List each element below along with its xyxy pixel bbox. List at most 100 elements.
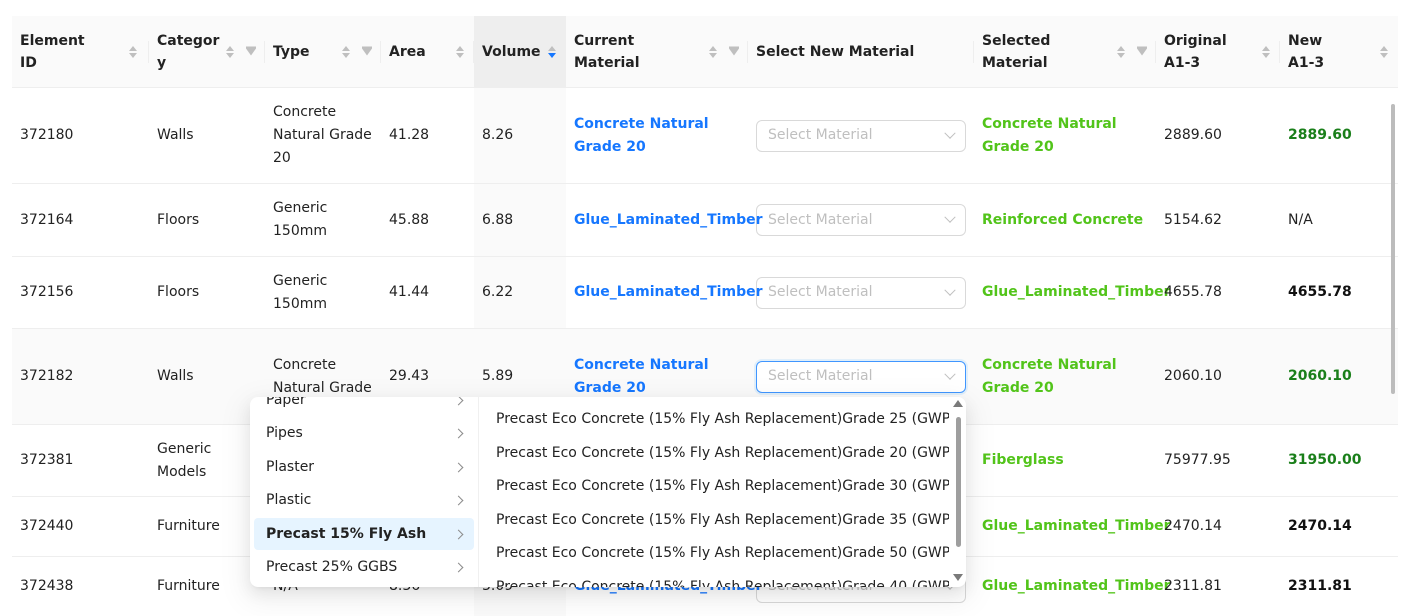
chevron-down-icon <box>944 212 955 223</box>
cascader-item-plaster[interactable]: Plaster <box>254 451 474 483</box>
element-id-cell: 372156 <box>12 257 149 329</box>
sort-icon[interactable] <box>1262 46 1270 58</box>
table-header-row: Element ID Category Type Are <box>12 16 1398 88</box>
sort-icon[interactable] <box>226 46 234 58</box>
volume-cell: 8.26 <box>474 88 566 184</box>
material-select[interactable]: Select Material <box>756 361 966 393</box>
sort-icon[interactable] <box>342 46 350 58</box>
new-a13-cell: N/A <box>1280 184 1398 257</box>
cascader-option[interactable]: Precast Eco Concrete (15% Fly Ash Replac… <box>483 403 949 435</box>
sort-icon[interactable] <box>1117 46 1125 58</box>
filter-icon[interactable] <box>246 48 256 55</box>
col-volume[interactable]: Volume <box>474 16 566 88</box>
type-cell: Concrete Natural Grade 20 <box>265 88 381 184</box>
new-a13-cell: 2889.60 <box>1280 88 1398 184</box>
original-a13-cell: 5154.62 <box>1156 184 1280 257</box>
category-cell: Floors <box>149 257 265 329</box>
selected-material-cell: Fiberglass <box>974 425 1156 497</box>
cascader-option[interactable]: Precast Eco Concrete (15% Fly Ash Replac… <box>483 571 949 587</box>
chevron-right-icon <box>454 462 464 472</box>
cascader-item-precast-ggbs[interactable]: Precast 25% GGBS <box>254 551 474 583</box>
col-current-material[interactable]: Current Material <box>566 16 748 88</box>
volume-cell: 6.88 <box>474 184 566 257</box>
table-scrollbar[interactable] <box>1391 104 1395 394</box>
sort-desc-icon[interactable] <box>548 46 556 58</box>
filter-icon[interactable] <box>1137 48 1147 55</box>
col-category[interactable]: Category <box>149 16 265 88</box>
selected-material-cell: Glue_Laminated_Timber <box>974 257 1156 329</box>
chevron-down-icon <box>944 368 955 379</box>
col-type[interactable]: Type <box>265 16 381 88</box>
element-id-cell: 372180 <box>12 88 149 184</box>
element-id-cell: 372381 <box>12 425 149 497</box>
selected-material-cell: Concrete Natural Grade 20 <box>974 88 1156 184</box>
chevron-right-icon <box>454 495 464 505</box>
original-a13-cell: 2311.81 <box>1156 557 1280 616</box>
new-a13-cell: 31950.00 <box>1280 425 1398 497</box>
original-a13-cell: 2889.60 <box>1156 88 1280 184</box>
col-new-a13[interactable]: New A1-3 <box>1280 16 1398 88</box>
col-area[interactable]: Area <box>381 16 474 88</box>
dropdown-scrollbar[interactable] <box>956 417 961 547</box>
col-element-id[interactable]: Element ID <box>12 16 149 88</box>
chevron-right-icon <box>454 562 464 572</box>
sort-icon[interactable] <box>456 46 464 58</box>
chevron-right-icon <box>454 397 464 405</box>
filter-icon[interactable] <box>362 48 372 55</box>
col-original-a13[interactable]: Original A1-3 <box>1156 16 1280 88</box>
category-cell: Furniture <box>149 497 265 557</box>
sort-icon[interactable] <box>1380 46 1388 58</box>
filter-icon[interactable] <box>729 48 739 55</box>
category-cell: Floors <box>149 184 265 257</box>
cascader-item-pipes[interactable]: Pipes <box>254 417 474 449</box>
cascader-option[interactable]: Precast Eco Concrete (15% Fly Ash Replac… <box>483 470 949 502</box>
original-a13-cell: 4655.78 <box>1156 257 1280 329</box>
current-material-cell: Glue_Laminated_Timber <box>566 257 748 329</box>
element-id-cell: 372164 <box>12 184 149 257</box>
col-selected-material[interactable]: Selected Material <box>974 16 1156 88</box>
area-cell: 41.44 <box>381 257 474 329</box>
selected-material-cell: Concrete Natural Grade 20 <box>974 329 1156 425</box>
sort-icon[interactable] <box>129 46 137 58</box>
selected-material-cell: Reinforced Concrete <box>974 184 1156 257</box>
category-cell: Furniture <box>149 557 265 616</box>
cascader-option[interactable]: Precast Eco Concrete (15% Fly Ash Replac… <box>483 537 949 569</box>
type-cell: Generic 150mm <box>265 184 381 257</box>
sort-icon[interactable] <box>709 46 717 58</box>
cascader-option[interactable]: Precast Eco Concrete (15% Fly Ash Replac… <box>483 504 949 536</box>
material-select[interactable]: Select Material <box>756 204 966 236</box>
cascader-item-precast-fly-ash[interactable]: Precast 15% Fly Ash <box>254 518 474 550</box>
material-select[interactable]: Select Material <box>756 277 966 309</box>
area-cell: 41.28 <box>381 88 474 184</box>
cascader-category-menu: Paper Pipes Plaster Plastic Precast 15% … <box>250 397 479 587</box>
material-cascader-dropdown: Paper Pipes Plaster Plastic Precast 15% … <box>250 397 966 587</box>
volume-cell: 6.22 <box>474 257 566 329</box>
select-cell: Select Material <box>748 184 974 257</box>
original-a13-cell: 2470.14 <box>1156 497 1280 557</box>
scroll-down-arrow-icon[interactable] <box>953 574 963 581</box>
cascader-option-menu: Precast Eco Concrete (15% Fly Ash Replac… <box>479 397 949 587</box>
chevron-right-icon <box>454 428 464 438</box>
selected-material-cell: Glue_Laminated_Timber <box>974 557 1156 616</box>
current-material-cell: Concrete Natural Grade 20 <box>566 88 748 184</box>
original-a13-cell: 75977.95 <box>1156 425 1280 497</box>
cascader-item-plastic[interactable]: Plastic <box>254 484 474 516</box>
category-cell: Generic Models <box>149 425 265 497</box>
selected-material-cell: Glue_Laminated_Timber <box>974 497 1156 557</box>
cascader-option[interactable]: Precast Eco Concrete (15% Fly Ash Replac… <box>483 437 949 469</box>
new-a13-cell: 2470.14 <box>1280 497 1398 557</box>
new-a13-cell: 2060.10 <box>1280 329 1398 425</box>
chevron-down-icon <box>944 284 955 295</box>
original-a13-cell: 2060.10 <box>1156 329 1280 425</box>
element-id-cell: 372440 <box>12 497 149 557</box>
chevron-right-icon <box>454 529 464 539</box>
area-cell: 45.88 <box>381 184 474 257</box>
element-id-cell: 372438 <box>12 557 149 616</box>
cascader-item-paper[interactable]: Paper <box>254 397 474 416</box>
select-cell: Select Material <box>748 257 974 329</box>
material-select[interactable]: Select Material <box>756 120 966 152</box>
current-material-cell: Glue_Laminated_Timber <box>566 184 748 257</box>
scroll-up-arrow-icon[interactable] <box>953 400 963 407</box>
new-a13-cell: 4655.78 <box>1280 257 1398 329</box>
new-a13-cell: 2311.81 <box>1280 557 1398 616</box>
